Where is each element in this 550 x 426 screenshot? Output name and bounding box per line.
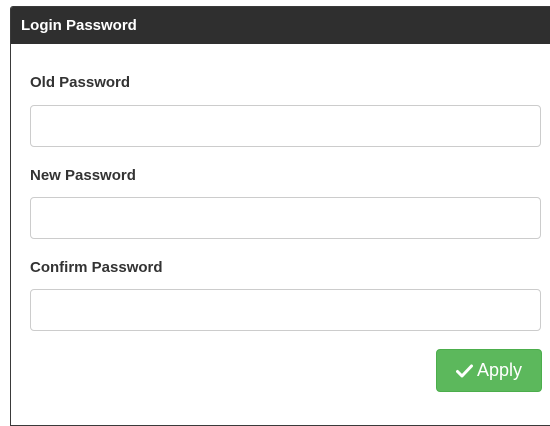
confirm-password-field[interactable] [30,289,541,331]
login-password-panel: Login Password Old Password New Password… [10,6,550,426]
old-password-label: Old Password [30,74,131,91]
new-password-label: New Password [30,167,136,184]
confirm-password-label: Confirm Password [30,259,163,276]
new-password-field[interactable] [30,197,541,239]
apply-button[interactable]: Apply [436,349,542,392]
check-icon [455,364,473,378]
panel-title: Login Password [11,7,550,44]
old-password-field[interactable] [30,105,541,147]
apply-button-label: Apply [476,360,523,380]
